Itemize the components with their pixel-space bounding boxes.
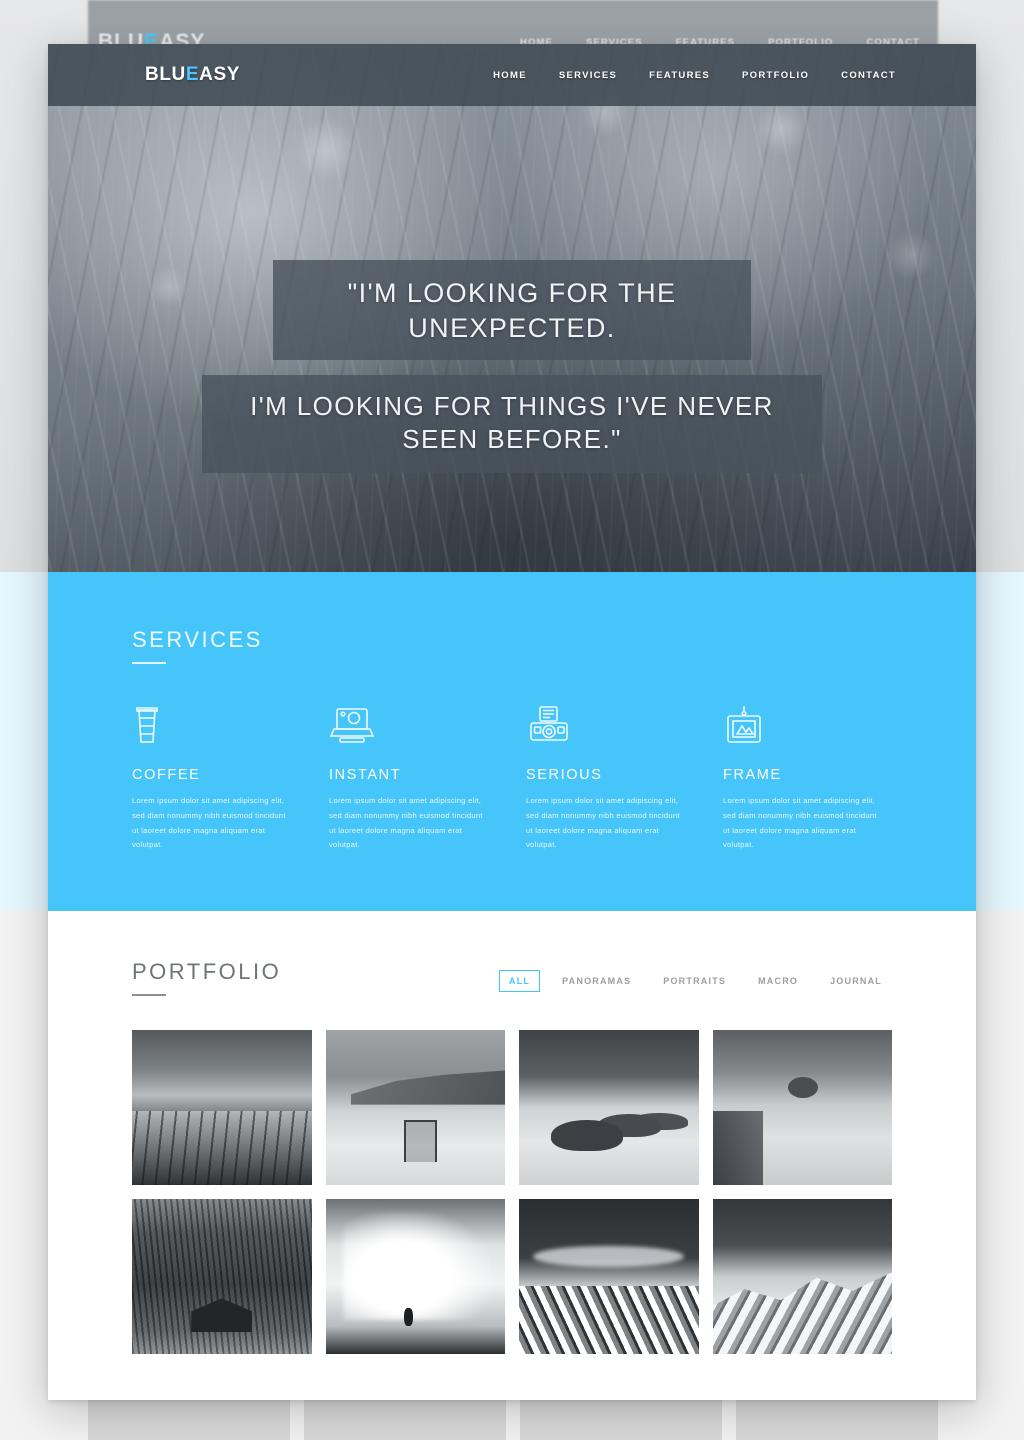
service-card-serious[interactable]: SERIOUS Lorem ipsum dolor sit amet adipi… <box>526 704 695 853</box>
services-grid: COFFEE Lorem ipsum dolor sit amet adipis… <box>132 704 892 853</box>
portfolio-item-breaking-wave[interactable] <box>325 1199 505 1355</box>
service-text-instant: Lorem ipsum dolor sit amet adipiscing el… <box>329 796 483 850</box>
snowy-ridge-photo <box>712 1199 892 1355</box>
service-name-coffee: COFFEE <box>132 767 201 783</box>
breaking-wave-photo <box>325 1199 505 1355</box>
hero-section: BLUEASY HOME SERVICES FEATURES PORTFOLIO… <box>48 44 976 572</box>
service-text-frame: Lorem ipsum dolor sit amet adipiscing el… <box>723 796 877 850</box>
mountain-peaks-photo <box>519 1199 699 1355</box>
nav-item-home[interactable]: HOME <box>493 70 527 81</box>
hero-quote: "I'M LOOKING FOR THE UNEXPECTED. I'M LOO… <box>48 260 976 473</box>
bridge-in-fog-photo <box>325 1030 505 1186</box>
sea-rocks-photo <box>519 1030 699 1186</box>
services-title: SERVICES <box>132 627 263 652</box>
nav-item-features[interactable]: FEATURES <box>649 70 710 81</box>
portfolio-title-group: PORTFOLIO <box>132 959 282 997</box>
portfolio-section: PORTFOLIO ALL PANORAMAS PORTRAITS MACRO … <box>48 911 976 1400</box>
hero-quote-line-2: I'M LOOKING FOR THINGS I'VE NEVER SEEN B… <box>202 375 822 473</box>
service-text-coffee: Lorem ipsum dolor sit amet adipiscing el… <box>132 796 286 850</box>
nav-menu: HOME SERVICES FEATURES PORTFOLIO CONTACT <box>493 70 896 81</box>
logo-suffix: ASY <box>199 64 241 85</box>
services-section: SERVICES COFFEE Lorem ipsum dolor sit am… <box>48 572 976 912</box>
portfolio-item-forest-cabin[interactable] <box>132 1199 312 1355</box>
picture-frame-icon <box>723 704 892 750</box>
service-name-frame: FRAME <box>723 767 782 783</box>
logo-accent-letter: E <box>185 64 200 85</box>
portfolio-filter-bar: ALL PANORAMAS PORTRAITS MACRO JOURNAL <box>499 970 892 993</box>
service-card-coffee[interactable]: COFFEE Lorem ipsum dolor sit amet adipis… <box>132 704 301 853</box>
logo-prefix: BLU <box>145 64 186 85</box>
portfolio-filter-all[interactable]: ALL <box>499 970 541 993</box>
service-text-serious: Lorem ipsum dolor sit amet adipiscing el… <box>526 796 680 850</box>
main-navigation-bar: BLUEASY HOME SERVICES FEATURES PORTFOLIO… <box>48 44 976 106</box>
portfolio-item-lone-tree-island[interactable] <box>712 1030 892 1186</box>
dslr-camera-icon <box>526 704 695 750</box>
portfolio-header: PORTFOLIO ALL PANORAMAS PORTRAITS MACRO … <box>132 959 892 997</box>
lone-tree-island-photo <box>712 1030 892 1186</box>
portfolio-title-underline <box>132 994 166 997</box>
portfolio-filter-portraits[interactable]: PORTRAITS <box>653 970 736 992</box>
hero-quote-line-1: "I'M LOOKING FOR THE UNEXPECTED. <box>273 260 751 361</box>
portfolio-filter-macro[interactable]: MACRO <box>748 970 808 992</box>
services-title-underline <box>132 662 166 664</box>
portfolio-item-snowy-ridge[interactable] <box>712 1199 892 1355</box>
portfolio-item-mountain-peaks[interactable] <box>519 1199 699 1355</box>
portfolio-title: PORTFOLIO <box>132 959 282 985</box>
coffee-cup-icon <box>132 704 301 750</box>
curved-pier-photo <box>132 1030 312 1186</box>
site-logo[interactable]: BLUEASY <box>145 64 240 86</box>
instant-camera-icon <box>329 704 498 750</box>
nav-item-services[interactable]: SERVICES <box>559 70 617 81</box>
portfolio-filter-panoramas[interactable]: PANORAMAS <box>552 970 641 992</box>
forest-cabin-photo <box>132 1199 312 1355</box>
website-mockup-card: BLUEASY HOME SERVICES FEATURES PORTFOLIO… <box>48 44 976 1400</box>
nav-item-portfolio[interactable]: PORTFOLIO <box>742 70 809 81</box>
service-name-serious: SERIOUS <box>526 767 603 783</box>
portfolio-item-bridge-in-fog[interactable] <box>325 1030 505 1186</box>
nav-item-contact[interactable]: CONTACT <box>841 70 896 81</box>
service-card-instant[interactable]: INSTANT Lorem ipsum dolor sit amet adipi… <box>329 704 498 853</box>
portfolio-filter-journal[interactable]: JOURNAL <box>820 970 892 992</box>
portfolio-grid <box>132 1030 892 1355</box>
service-name-instant: INSTANT <box>329 767 402 783</box>
service-card-frame[interactable]: FRAME Lorem ipsum dolor sit amet adipisc… <box>723 704 892 853</box>
portfolio-item-curved-pier[interactable] <box>132 1030 312 1186</box>
portfolio-item-sea-rocks[interactable] <box>519 1030 699 1186</box>
